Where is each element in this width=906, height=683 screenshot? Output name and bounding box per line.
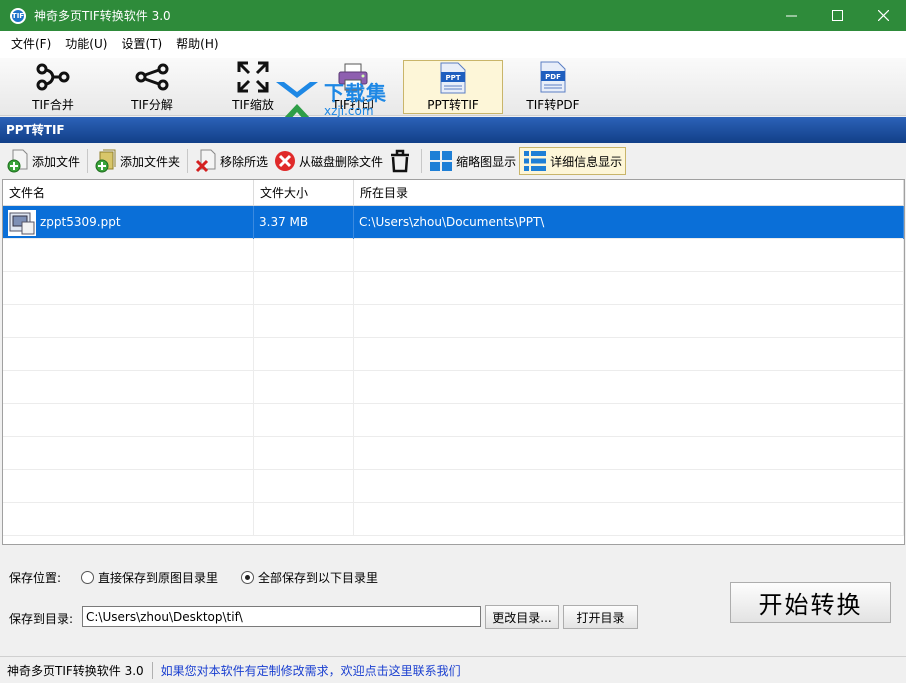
status-bar: 神奇多页TIF转换软件 3.0 如果您对本软件有定制修改需求，欢迎点击这里联系我…	[0, 656, 906, 683]
save-to-folder-radio[interactable]: 全部保存到以下目录里	[241, 569, 378, 586]
tif-resize-label: TIF缩放	[232, 98, 274, 112]
open-dir-button[interactable]: 打开目录	[563, 605, 638, 629]
trash-button[interactable]	[386, 147, 417, 175]
tif-to-pdf-button[interactable]: PDF TIF转PDF	[504, 60, 602, 114]
watermark-cn: 下载集	[324, 81, 387, 105]
maximize-button[interactable]	[814, 0, 860, 31]
save-dir-input[interactable]	[82, 606, 481, 627]
menu-help[interactable]: 帮助(H)	[169, 31, 225, 58]
contact-link[interactable]: 如果您对本软件有定制修改需求，欢迎点击这里联系我们	[153, 662, 461, 679]
minimize-icon	[785, 15, 797, 17]
delete-from-disk-icon	[274, 150, 296, 172]
table-row	[3, 371, 904, 404]
toolbar-separator	[187, 149, 189, 173]
table-header: 文件名 文件大小 所在目录	[3, 180, 904, 206]
header-filename[interactable]: 文件名	[3, 180, 254, 205]
split-icon	[135, 63, 169, 91]
cell-filesize: 3.37 MB	[254, 206, 354, 239]
header-directory[interactable]: 所在目录	[354, 180, 904, 205]
file-list-table[interactable]: 文件名 文件大小 所在目录 zppt5309.ppt 3.37 MB C:\Us…	[2, 179, 905, 545]
save-to-source-label: 直接保存到原图目录里	[98, 571, 219, 585]
menu-settings[interactable]: 设置(T)	[114, 31, 169, 58]
ppt-file-icon: PPT	[440, 62, 466, 93]
table-row	[3, 470, 904, 503]
remove-selected-icon	[195, 149, 217, 173]
detail-view-button[interactable]: 详细信息显示	[519, 147, 627, 175]
table-row	[3, 239, 904, 272]
table-row	[3, 437, 904, 470]
watermark-en: xzji.com	[324, 104, 374, 118]
table-row	[3, 305, 904, 338]
cell-filename: zppt5309.ppt	[3, 206, 254, 239]
table-row	[3, 272, 904, 305]
filename-text: zppt5309.ppt	[40, 215, 121, 229]
add-folder-icon	[95, 149, 117, 173]
add-file-label: 添加文件	[32, 154, 81, 169]
save-to-source-radio[interactable]: 直接保存到原图目录里	[81, 569, 218, 586]
table-row	[3, 338, 904, 371]
save-position-label: 保存位置:	[9, 571, 62, 585]
tif-to-pdf-label: TIF转PDF	[526, 98, 580, 112]
close-icon	[877, 10, 889, 21]
tif-split-button[interactable]: TIF分解	[103, 60, 201, 114]
window-controls	[768, 0, 906, 31]
minimize-button[interactable]	[768, 0, 814, 31]
svg-text:PDF: PDF	[545, 73, 561, 81]
remove-selected-button[interactable]: 移除所选	[192, 147, 271, 175]
window-title: 神奇多页TIF转换软件 3.0	[34, 9, 171, 23]
toolbar-separator	[421, 149, 423, 173]
save-to-folder-label: 全部保存到以下目录里	[258, 571, 379, 585]
thumbnail-view-button[interactable]: 缩略图显示	[426, 147, 519, 175]
trash-icon	[389, 149, 411, 173]
tif-merge-label: TIF合并	[32, 98, 74, 112]
menu-function[interactable]: 功能(U)	[58, 31, 114, 58]
radio-checked-icon	[241, 571, 254, 584]
radio-unchecked-icon	[81, 571, 94, 584]
add-folder-label: 添加文件夹	[120, 154, 181, 169]
cell-directory: C:\Users\zhou\Documents\PPT\	[354, 206, 904, 239]
main-toolbar: TIF合并 TIF分解 TIF缩放 TIF打印 PPT PPT转TIF PDF …	[0, 58, 906, 116]
detail-view-icon	[523, 150, 547, 172]
ppt-to-tif-button[interactable]: PPT PPT转TIF	[403, 60, 503, 114]
save-options-panel: 保存位置: 直接保存到原图目录里 全部保存到以下目录里 保存到目录: 更改目录.…	[0, 546, 906, 656]
save-dir-label: 保存到目录:	[9, 612, 74, 626]
watermark: 下载集 xzji.com	[272, 78, 387, 122]
watermark-logo-icon	[276, 82, 318, 120]
table-row	[3, 503, 904, 536]
toolbar-separator	[87, 149, 89, 173]
add-folder-button[interactable]: 添加文件夹	[92, 147, 183, 175]
resize-icon	[237, 61, 269, 93]
tif-merge-button[interactable]: TIF合并	[4, 60, 102, 114]
ppt-to-tif-label: PPT转TIF	[427, 98, 479, 112]
delete-from-disk-button[interactable]: 从磁盘删除文件	[271, 147, 386, 175]
detail-view-label: 详细信息显示	[550, 154, 623, 169]
add-file-icon	[7, 149, 29, 173]
thumbnail-view-icon	[429, 150, 453, 172]
menu-bar: 文件(F) 功能(U) 设置(T) 帮助(H)	[0, 31, 906, 58]
merge-icon	[36, 63, 70, 91]
status-app-name: 神奇多页TIF转换软件 3.0	[0, 661, 153, 679]
add-file-button[interactable]: 添加文件	[4, 147, 83, 175]
pdf-file-icon: PDF	[540, 61, 566, 93]
menu-file[interactable]: 文件(F)	[4, 31, 58, 58]
thumbnail-view-label: 缩略图显示	[456, 154, 517, 169]
table-row[interactable]: zppt5309.ppt 3.37 MB C:\Users\zhou\Docum…	[3, 206, 904, 239]
maximize-icon	[831, 10, 843, 21]
start-convert-button[interactable]: 开始转换	[730, 582, 891, 623]
remove-selected-label: 移除所选	[220, 154, 269, 169]
header-filesize[interactable]: 文件大小	[254, 180, 354, 205]
table-row	[3, 404, 904, 437]
svg-text:PPT: PPT	[445, 74, 460, 82]
section-title: PPT转TIF	[0, 117, 906, 143]
close-button[interactable]	[860, 0, 906, 31]
file-action-toolbar: 添加文件 添加文件夹 移除所选 从磁盘删除文件 缩略图显示 详细信息显示	[0, 144, 906, 178]
title-bar: TIF 神奇多页TIF转换软件 3.0	[0, 0, 906, 31]
app-logo-icon: TIF	[10, 7, 26, 24]
tif-split-label: TIF分解	[131, 98, 173, 112]
delete-from-disk-label: 从磁盘删除文件	[299, 154, 384, 169]
change-dir-button[interactable]: 更改目录...	[485, 605, 559, 629]
ppt-file-icon	[8, 209, 36, 236]
